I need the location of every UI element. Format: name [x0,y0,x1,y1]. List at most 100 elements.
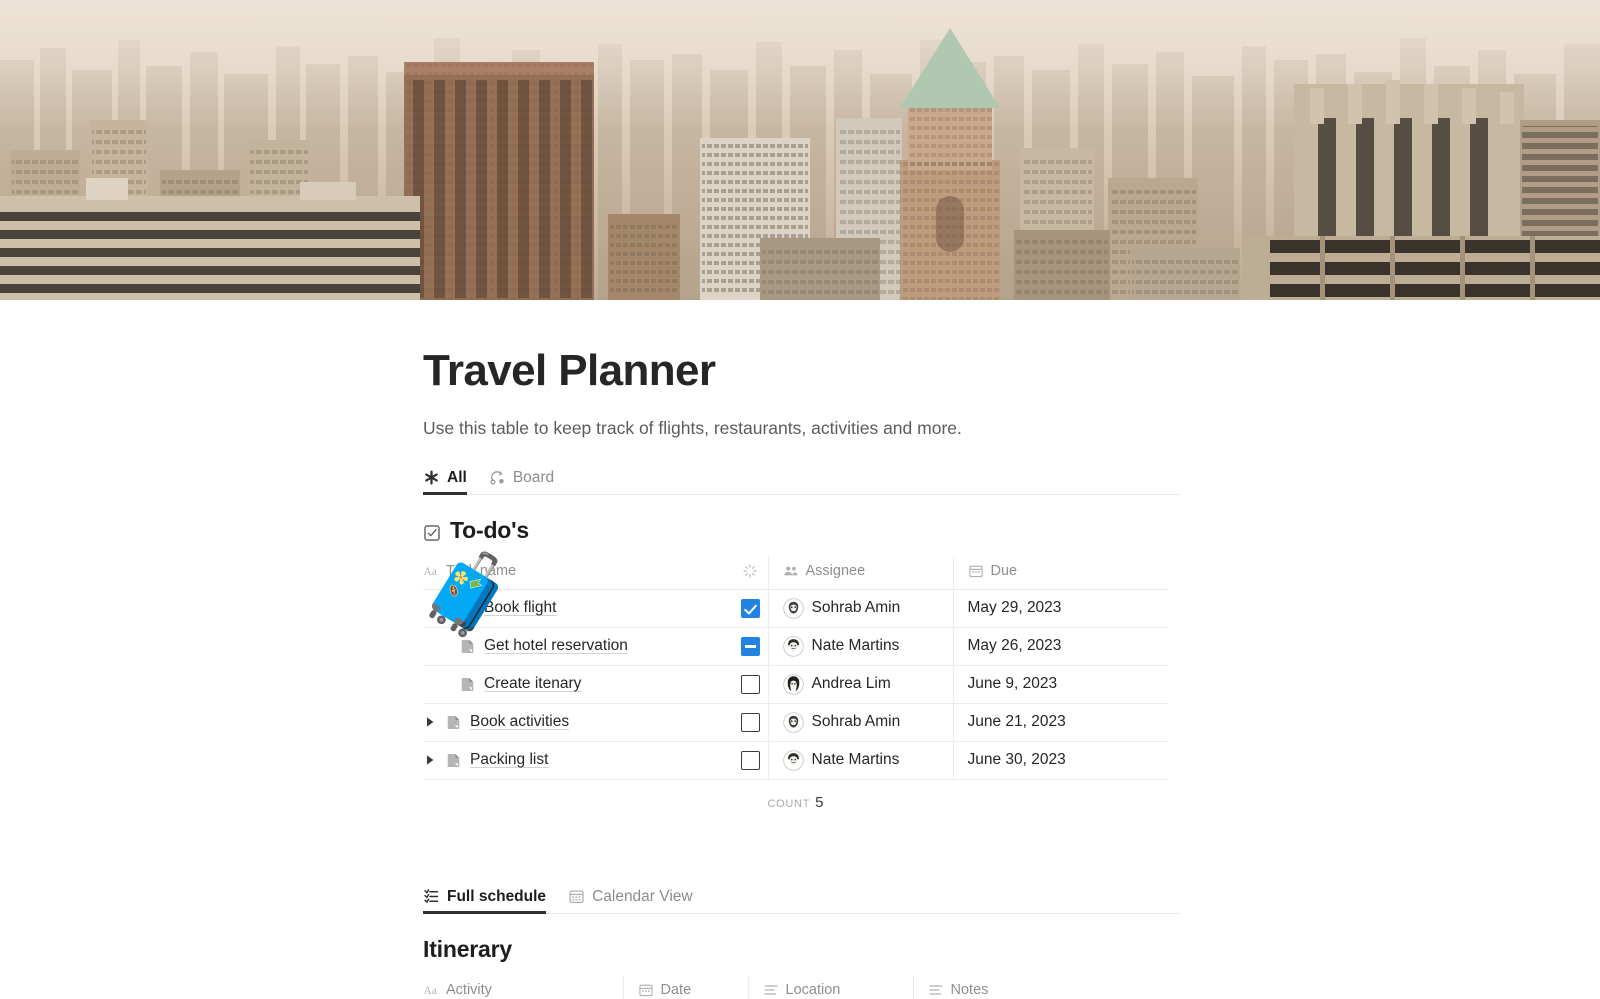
todos-table: Aa Task name Assignee Due Book flight So… [423,556,1168,780]
assignee-name: Nate Martins [811,751,900,769]
due-date-cell[interactable]: June 30, 2023 [952,741,1168,780]
page-icon [445,714,462,731]
page-description[interactable]: Use this table to keep track of flights,… [423,395,1180,441]
tab-full-schedule[interactable]: Full schedule [423,887,547,914]
due-date-cell[interactable]: June 9, 2023 [952,665,1168,704]
itinerary-header-row: Aa Activity Date Location Notes [423,975,1168,999]
page-icon [445,752,462,769]
task-name-link[interactable]: Packing list [470,751,548,769]
table-row[interactable]: Packing list Nate Martins June 30, 2023 [423,741,1168,780]
itinerary-view-tabbar: Full schedule Calendar View [423,881,1180,914]
calendar-icon [968,563,984,579]
calendar-icon [638,982,654,998]
svg-text:Aa: Aa [424,985,437,997]
tab-full-schedule-label: Full schedule [447,887,547,905]
assignee-cell[interactable]: Sohrab Amin [767,589,953,628]
column-header-activity-label: Activity [446,981,492,998]
task-checkbox[interactable] [740,598,760,618]
tab-calendar-view[interactable]: Calendar View [568,888,693,913]
avatar [782,635,804,657]
done-checkbox-cell[interactable] [733,665,768,704]
itinerary-title-text: Itinerary [423,935,512,962]
done-checkbox-cell[interactable] [733,589,768,628]
column-header-date[interactable]: Date [622,975,748,999]
title-text-icon: Aa [423,982,439,998]
tab-board-label: Board [512,468,555,486]
column-header-notes[interactable]: Notes [912,975,1168,999]
todos-count-label: COUNT [767,797,811,810]
page-content-column: Travel Planner Use this table to keep tr… [420,300,1180,999]
table-row[interactable]: Book flight Sohrab Amin May 29, 2023 [423,589,1168,628]
column-header-due[interactable]: Due [952,556,1168,590]
avatar [782,749,804,771]
expand-triangle-icon[interactable] [423,715,437,729]
todos-count-row[interactable]: COUNT 5 [423,780,1168,811]
todos-count-value: 5 [815,793,824,811]
done-checkbox-cell[interactable] [733,627,768,666]
task-checkbox[interactable] [740,750,760,770]
column-header-notes-label: Notes [950,981,989,998]
column-header-assignee[interactable]: Assignee [767,556,953,590]
text-lines-icon [763,982,779,998]
checkbox-icon [423,521,441,541]
tab-all[interactable]: All [423,468,467,495]
page-icon [459,676,476,693]
page-title[interactable]: Travel Planner [423,300,1180,395]
todos-header-row: Aa Task name Assignee Due [423,556,1168,590]
done-checkbox-cell[interactable] [733,703,768,742]
assignee-name: Andrea Lim [811,675,891,693]
itinerary-database-title[interactable]: Itinerary [423,936,1180,963]
column-header-location[interactable]: Location [747,975,913,999]
task-name-cell[interactable]: Create itenary [423,665,733,704]
board-icon [489,469,506,486]
person-group-icon [783,563,799,579]
assignee-name: Sohrab Amin [811,599,901,617]
column-header-location-label: Location [785,981,841,998]
loading-spinner-icon [742,563,758,579]
task-checkbox[interactable] [740,674,760,694]
calendar-icon [568,888,585,905]
asterisk-icon [423,469,440,486]
assignee-name: Sohrab Amin [811,713,901,731]
expand-triangle-icon[interactable] [423,753,437,767]
task-name-cell[interactable]: Packing list [423,741,733,780]
suitcase-emoji[interactable]: 🧳 [418,547,515,643]
avatar [782,673,804,695]
tab-calendar-view-label: Calendar View [592,887,693,905]
assignee-cell[interactable]: Nate Martins [767,627,953,666]
city-skyline-illustration [0,0,1600,300]
assignee-cell[interactable]: Nate Martins [767,741,953,780]
column-header-activity[interactable]: Aa Activity [423,975,623,999]
todos-table-body: Book flight Sohrab Amin May 29, 2023 Get… [423,589,1168,780]
column-header-date-label: Date [660,981,692,998]
table-row[interactable]: Book activities Sohrab Amin June 21, 202… [423,703,1168,742]
todos-view-tabbar: All Board [423,462,1180,495]
table-row[interactable]: Create itenary Andrea Lim June 9, 2023 [423,665,1168,704]
assignee-name: Nate Martins [811,637,900,655]
column-header-assignee-label: Assignee [805,562,866,579]
text-lines-icon [928,982,944,998]
page-cover-image [0,0,1600,300]
task-name-cell[interactable]: Book activities [423,703,733,742]
assignee-cell[interactable]: Andrea Lim [767,665,953,704]
due-date-cell[interactable]: June 21, 2023 [952,703,1168,742]
done-checkbox-cell[interactable] [733,741,768,780]
task-checkbox[interactable] [740,712,760,732]
task-name-link[interactable]: Book activities [470,713,569,731]
tab-board[interactable]: Board [489,469,554,494]
column-header-done[interactable] [733,556,768,590]
assignee-cell[interactable]: Sohrab Amin [767,703,953,742]
table-row[interactable]: Get hotel reservation Nate Martins May 2… [423,627,1168,666]
tab-all-label: All [447,468,467,486]
todos-database-title[interactable]: To-do's [423,517,1180,544]
due-date-cell[interactable]: May 29, 2023 [952,589,1168,628]
avatar [782,597,804,619]
avatar [782,711,804,733]
task-checkbox[interactable] [740,636,760,656]
itinerary-table: Aa Activity Date Location Notes [423,975,1168,999]
task-name-link[interactable]: Create itenary [484,675,581,693]
due-date-cell[interactable]: May 26, 2023 [952,627,1168,666]
column-header-due-label: Due [990,562,1018,579]
todos-title-text: To-do's [450,516,530,543]
